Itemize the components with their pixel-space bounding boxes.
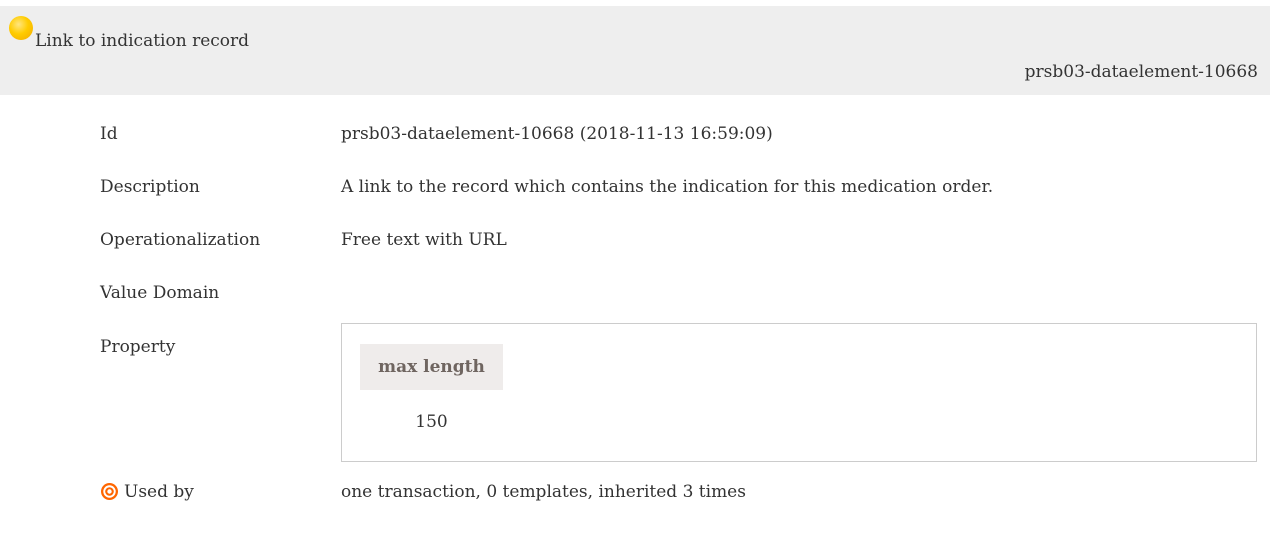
max-length-value: 150 xyxy=(415,412,448,432)
id-value: prsb03-dataelement-10668 (2018-11-13 16:… xyxy=(341,124,773,144)
description-value: A link to the record which contains the … xyxy=(341,177,994,197)
element-header: Link to indication record prsb03-dataele… xyxy=(0,6,1270,95)
used-by-label: Used by xyxy=(124,482,194,502)
property-label: Property xyxy=(100,337,176,357)
description-label: Description xyxy=(100,177,200,197)
operationalization-label: Operationalization xyxy=(100,230,261,250)
max-length-header: max length xyxy=(360,344,503,390)
element-id: prsb03-dataelement-10668 xyxy=(1024,62,1258,82)
id-label: Id xyxy=(100,124,118,144)
value-domain-label: Value Domain xyxy=(100,283,220,303)
operationalization-value: Free text with URL xyxy=(341,230,507,250)
property-table: max length 150 xyxy=(341,323,1257,462)
status-circle-icon xyxy=(9,16,33,40)
target-icon-graphic xyxy=(101,483,118,500)
element-title: Link to indication record xyxy=(35,31,250,51)
target-icon[interactable] xyxy=(100,482,119,501)
used-by-value: one transaction, 0 templates, inherited … xyxy=(341,482,746,502)
